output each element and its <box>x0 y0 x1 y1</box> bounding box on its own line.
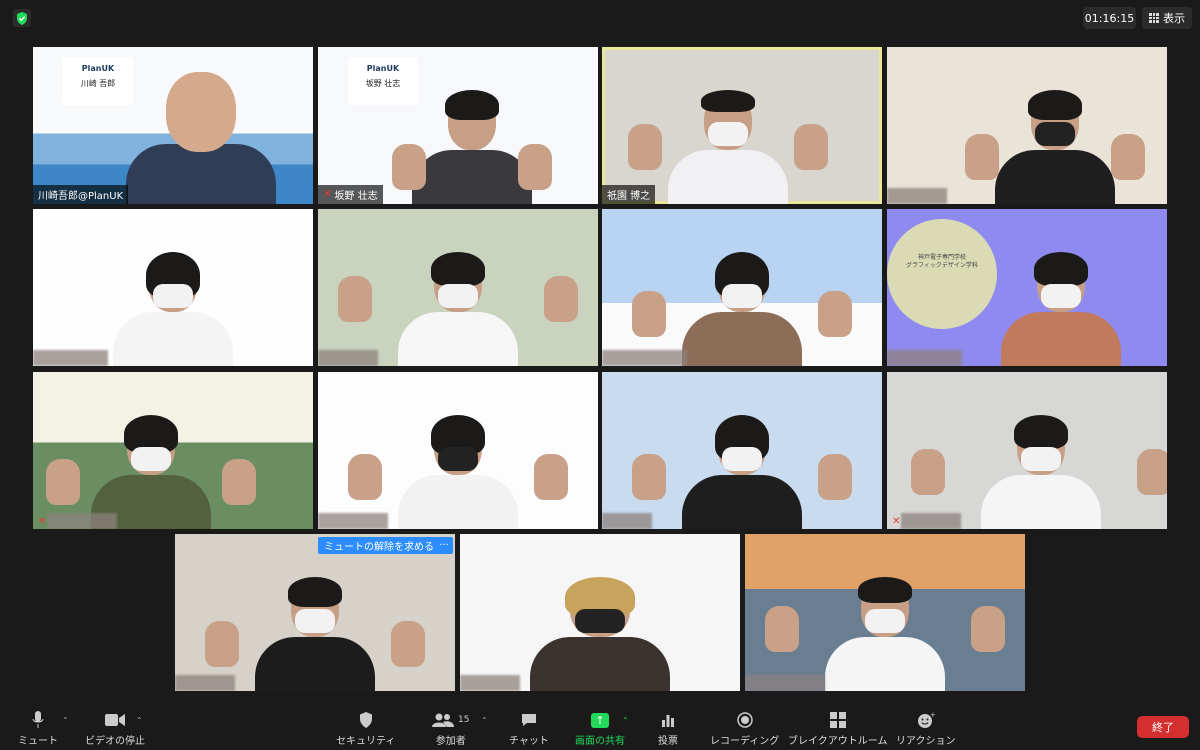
reactions-button[interactable]: + リアクション <box>896 710 956 747</box>
participants-button[interactable]: 15 参加者 <box>432 710 469 747</box>
video-tile-active-speaker[interactable]: 祇園 博之 <box>602 47 882 204</box>
share-screen-button[interactable]: ↑ 画面の共有 <box>575 710 625 747</box>
video-tile[interactable]: ✕ <box>887 372 1167 529</box>
name-label-blurred <box>47 513 117 529</box>
recording-button[interactable]: レコーディング <box>710 710 779 747</box>
video-tile[interactable] <box>887 47 1167 204</box>
name-label-blurred <box>901 513 961 529</box>
video-tile[interactable]: 神戸電子専門学校 グラフィックデザイン学科 <box>887 209 1167 366</box>
plan-uk-logo-card: PlanUK 川崎 吾郎 <box>63 57 133 105</box>
end-meeting-button[interactable]: 終了 <box>1137 716 1189 738</box>
meeting-toolbar: ミュート ⌃ ビデオの停止 ⌃ セキュリティ 15 参加者 ⌃ チャット ↑ 画… <box>0 706 1200 750</box>
grid-icon <box>1149 13 1159 23</box>
shield-icon <box>359 710 373 730</box>
card-name: 坂野 壮志 <box>365 79 401 89</box>
view-button[interactable]: 表示 <box>1142 7 1192 29</box>
video-tile[interactable] <box>745 534 1025 691</box>
muted-mic-icon: ✕ <box>892 516 901 527</box>
participant-video <box>392 90 552 204</box>
participants-count: 15 <box>458 715 470 725</box>
polls-button[interactable]: 投票 <box>658 710 678 747</box>
participant-video <box>632 415 852 529</box>
breakout-rooms-button[interactable]: ブレイクアウトルーム <box>788 710 888 747</box>
shield-check-icon[interactable] <box>13 9 31 27</box>
chat-button[interactable]: チャット <box>509 710 549 747</box>
participant-video <box>628 90 828 204</box>
record-icon <box>736 710 753 730</box>
school-banner: 神戸電子専門学校 グラフィックデザイン学科 <box>887 219 997 329</box>
muted-mic-icon: ✕ <box>38 516 47 527</box>
chat-bubble-icon <box>521 710 537 730</box>
participant-name: 祇園 博之 <box>602 185 656 204</box>
chevron-up-icon[interactable]: ⌃ <box>481 716 488 725</box>
share-arrow-icon: ↑ <box>591 710 609 730</box>
plan-uk-logo-card: PlanUK 坂野 壮志 <box>348 57 418 105</box>
name-label-blurred <box>887 188 947 204</box>
participant-video <box>338 252 578 366</box>
more-options-button[interactable]: ··· <box>435 537 453 554</box>
microphone-icon <box>32 710 44 730</box>
video-tile[interactable] <box>460 534 740 691</box>
name-label-blurred <box>175 675 235 691</box>
participant-name: 川崎吾郎@PlanUK <box>33 185 129 204</box>
participant-video <box>632 252 852 366</box>
name-label-blurred <box>887 350 962 366</box>
video-tile[interactable] <box>33 209 313 366</box>
participant-video <box>205 577 425 691</box>
name-label-blurred <box>33 350 108 366</box>
video-tile[interactable] <box>602 372 882 529</box>
name-label-blurred <box>602 350 687 366</box>
name-label-blurred <box>602 513 652 529</box>
participant-video <box>1000 252 1121 366</box>
muted-mic-icon: ✕ <box>323 189 332 200</box>
video-tile[interactable]: ✕ <box>33 372 313 529</box>
video-tile[interactable] <box>602 209 882 366</box>
name-label-blurred <box>318 513 388 529</box>
chevron-up-icon[interactable]: ⌃ <box>136 716 143 725</box>
logo-text: PlanUK <box>81 64 115 73</box>
participant-video <box>965 90 1145 204</box>
top-bar: 01:16:15 表示 <box>0 0 1200 36</box>
participant-name: ✕ 坂野 壮志 <box>318 185 383 204</box>
video-tile[interactable]: PlanUK 川崎 吾郎 川崎吾郎@PlanUK <box>33 47 313 204</box>
ask-to-unmute-button[interactable]: ミュートの解除を求める <box>318 537 440 554</box>
view-label: 表示 <box>1163 12 1185 25</box>
meeting-timer: 01:16:15 <box>1083 7 1136 29</box>
name-label-blurred <box>745 675 825 691</box>
svg-text:+: + <box>930 712 935 719</box>
banner-line-2: グラフィックデザイン学科 <box>906 262 978 270</box>
participant-video <box>911 415 1167 529</box>
video-tile[interactable] <box>318 372 598 529</box>
participant-video <box>113 252 233 366</box>
emoji-add-icon: + <box>917 710 935 730</box>
breakout-grid-icon <box>829 710 846 730</box>
video-tile[interactable]: PlanUK 坂野 壮志 ✕ 坂野 壮志 <box>318 47 598 204</box>
mute-button[interactable]: ミュート <box>18 710 58 747</box>
participant-video <box>126 64 276 204</box>
chevron-up-icon[interactable]: ⌃ <box>62 716 69 725</box>
logo-text: PlanUK <box>366 64 400 73</box>
name-label-blurred <box>460 675 520 691</box>
participant-video <box>765 577 1005 691</box>
video-tile[interactable] <box>318 209 598 366</box>
name-label-blurred <box>318 350 378 366</box>
people-icon: 15 <box>432 710 469 730</box>
bar-chart-icon <box>661 710 675 730</box>
video-tile[interactable] <box>175 534 455 691</box>
security-button[interactable]: セキュリティ <box>336 710 395 747</box>
chevron-up-icon[interactable]: ⌃ <box>622 716 629 725</box>
card-name: 川崎 吾郎 <box>80 79 116 89</box>
participant-video <box>530 577 670 691</box>
participant-video <box>348 415 568 529</box>
video-camera-icon <box>105 710 125 730</box>
